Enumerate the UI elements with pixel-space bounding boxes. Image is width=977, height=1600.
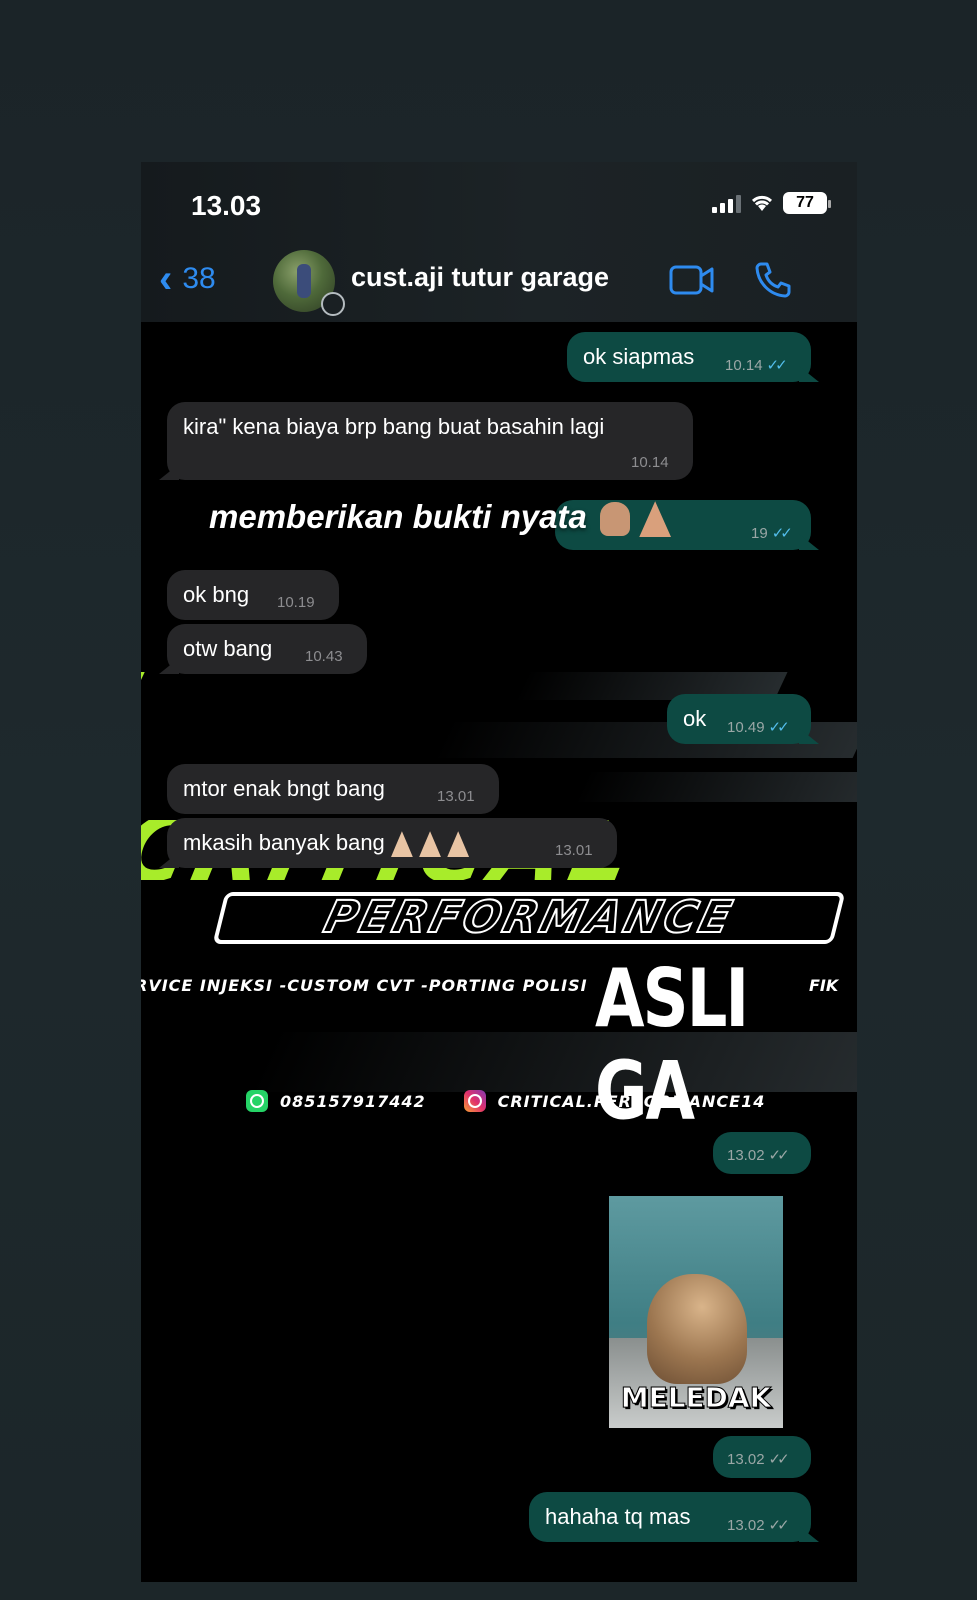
- avatar[interactable]: [273, 250, 345, 316]
- double-check-icon: ✓✓: [771, 525, 793, 542]
- chat-header: 13.03 77 ‹ 38 cust.aji tutur garage: [141, 162, 857, 322]
- message-time: 13.01: [555, 842, 593, 859]
- message-outgoing[interactable]: ok siapmas 10.14 ✓✓: [567, 332, 819, 382]
- pray-emoji-icon: [639, 501, 672, 538]
- message-text: mtor enak bngt bang: [183, 776, 385, 801]
- message-text: ok bng: [183, 582, 250, 607]
- whatsapp-icon: [246, 1090, 268, 1112]
- message-time: 13.02: [727, 1517, 765, 1534]
- message-time: 13.01: [437, 788, 475, 805]
- message-time: 19: [751, 525, 768, 542]
- message-incoming[interactable]: kira" kena biaya brp bang buat basahin l…: [159, 402, 693, 480]
- status-time: 13.03: [191, 190, 262, 221]
- banner-phone: 085157917442: [280, 1091, 426, 1111]
- video-call-icon[interactable]: [669, 264, 715, 296]
- instagram-icon: [463, 1090, 486, 1112]
- double-check-icon: ✓✓: [768, 719, 790, 736]
- message-time: 10.49: [727, 719, 765, 736]
- message-outgoing-media-time[interactable]: 13.02 ✓✓: [713, 1132, 811, 1174]
- sticker-caption: MELEDAK: [620, 1381, 772, 1415]
- pray-emoji-icon: [419, 831, 442, 858]
- message-time: 10.19: [277, 594, 315, 611]
- message-time: 10.43: [305, 648, 343, 665]
- message-text: hahaha tq mas: [545, 1504, 691, 1529]
- message-text: kira" kena biaya brp bang buat basahin l…: [183, 414, 605, 439]
- message-text: otw bang: [183, 636, 273, 661]
- sticker-image[interactable]: MELEDAK: [609, 1196, 783, 1428]
- message-outgoing[interactable]: ok 10.49 ✓✓: [667, 694, 819, 744]
- battery-icon: 77: [783, 192, 831, 214]
- banner-subtitle: PERFORMANCE: [212, 891, 846, 944]
- pray-emoji-icon: [447, 831, 470, 858]
- chat-screenshot: CRITICAL PERFORMANCE RVICE INJEKSI -CUST…: [141, 162, 857, 1582]
- double-check-icon: ✓✓: [768, 1147, 790, 1164]
- contact-name[interactable]: cust.aji tutur garage: [351, 262, 609, 293]
- back-button[interactable]: ‹ 38: [159, 257, 216, 301]
- chevron-left-icon: ‹: [159, 257, 173, 301]
- banner-services: RVICE INJEKSI -CUSTOM CVT -PORTING POLIS…: [141, 976, 588, 995]
- message-time: 13.02: [727, 1147, 765, 1164]
- banner-contact-row: 085157917442 CRITICAL.PERFORMANCE14: [246, 1090, 765, 1112]
- banner-instagram: CRITICAL.PERFORMANCE14: [497, 1091, 766, 1111]
- message-time: 10.14: [631, 454, 669, 471]
- message-time: 10.14: [725, 357, 763, 374]
- message-incoming[interactable]: otw bang 10.43: [159, 624, 367, 674]
- double-check-icon: ✓✓: [768, 1451, 790, 1468]
- pray-emoji-icon: [390, 831, 413, 858]
- disappearing-timer-icon: [321, 292, 345, 316]
- signal-icon: [712, 193, 741, 213]
- wifi-icon: [751, 195, 773, 211]
- message-text: ok siapmas: [583, 344, 695, 369]
- story-caption: memberikan bukti nyata: [209, 498, 672, 538]
- unread-count: 38: [182, 262, 216, 295]
- message-outgoing[interactable]: hahaha tq mas 13.02 ✓✓: [529, 1492, 819, 1542]
- message-time: 13.02: [727, 1451, 765, 1468]
- double-check-icon: ✓✓: [766, 357, 788, 374]
- message-incoming[interactable]: mkasih banyak bang 13.01: [159, 818, 617, 868]
- status-icons: 77: [712, 192, 831, 214]
- message-incoming[interactable]: mtor enak bngt bang 13.01: [167, 764, 499, 814]
- message-text: mkasih banyak bang: [183, 830, 470, 858]
- cat-image: [647, 1274, 747, 1384]
- ok-hand-emoji-icon: [599, 502, 630, 537]
- message-outgoing-media-time[interactable]: 13.02 ✓✓: [713, 1436, 811, 1478]
- message-text: ok: [683, 706, 707, 731]
- phone-call-icon[interactable]: [753, 260, 793, 300]
- double-check-icon: ✓✓: [768, 1517, 790, 1534]
- message-incoming[interactable]: ok bng 10.19: [167, 570, 339, 620]
